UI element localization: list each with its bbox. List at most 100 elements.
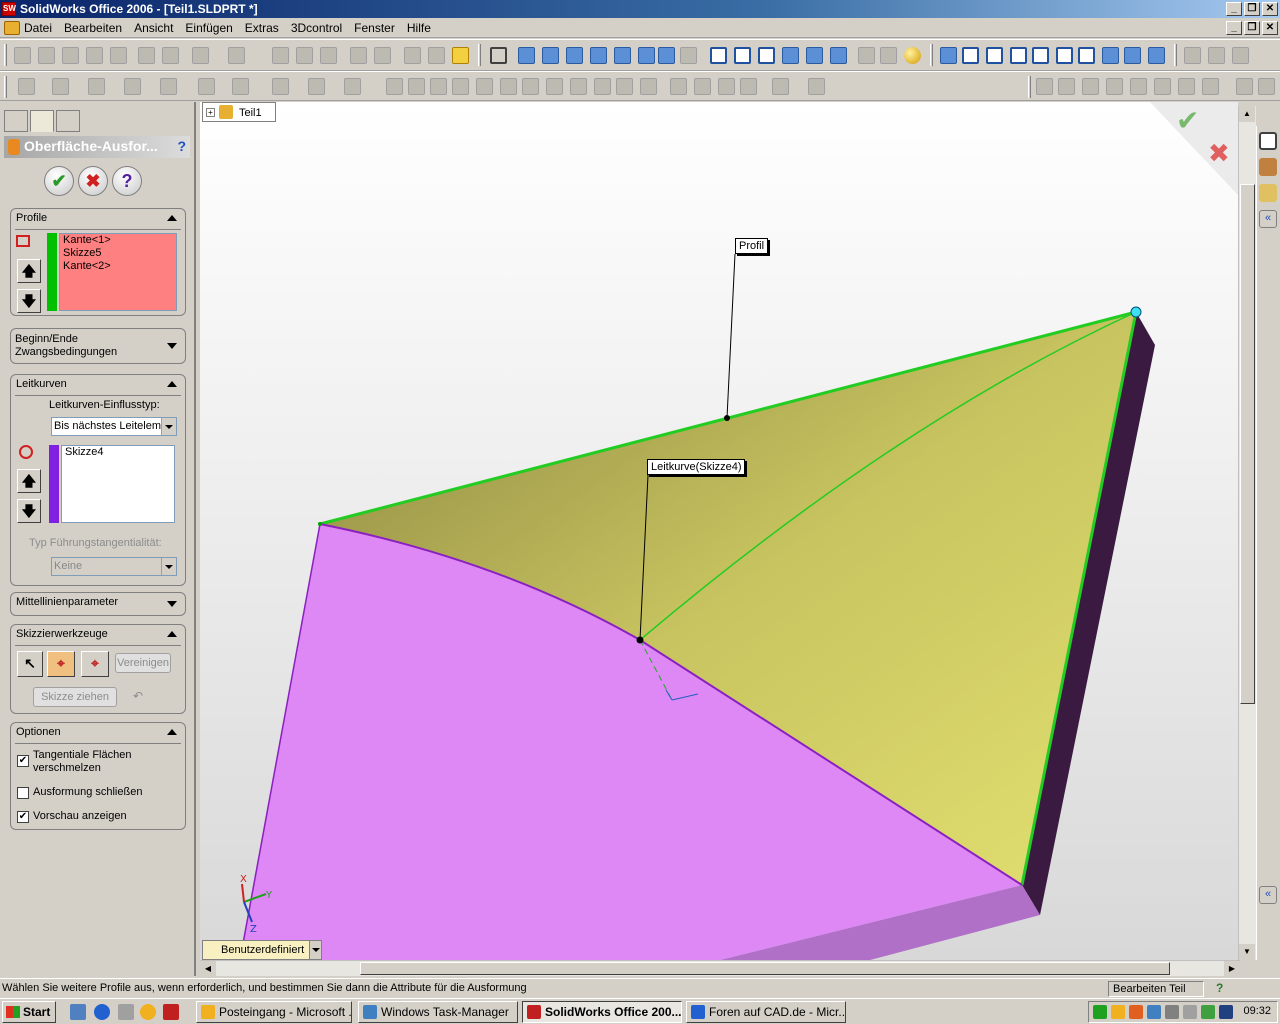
thicken-icon[interactable] [694, 78, 711, 95]
doc-minimize-button[interactable]: _ [1226, 21, 1242, 35]
options-icon[interactable] [320, 47, 337, 64]
merge-tangent-faces-checkbox[interactable]: ✔ [17, 755, 29, 767]
section-view-icon[interactable] [858, 47, 875, 64]
view-orientation-select[interactable]: Benutzerdefiniert [202, 940, 322, 960]
copy-icon[interactable] [162, 47, 179, 64]
trimetric-view-icon[interactable] [1124, 47, 1141, 64]
move-up-button[interactable]: 🡅 [17, 259, 41, 283]
table-feature-icon[interactable] [272, 78, 289, 95]
extrude-surface-icon[interactable] [386, 78, 403, 95]
zoom-area-icon[interactable] [542, 47, 559, 64]
reference-geometry-icon[interactable] [772, 78, 789, 95]
toolbar-grip[interactable] [1174, 44, 1177, 66]
print-icon[interactable] [86, 47, 103, 64]
folder-icon[interactable] [118, 1004, 134, 1020]
zoom-out-icon[interactable] [614, 47, 631, 64]
undo-drag-icon[interactable]: ↶ [133, 689, 143, 703]
hidden-lines-visible-icon[interactable] [734, 47, 751, 64]
drag-sketch-text-button[interactable]: Skizze ziehen [33, 687, 117, 707]
scroll-right-arrow-icon[interactable]: ▶ [1224, 961, 1240, 976]
zoom-selection-icon[interactable] [590, 47, 607, 64]
help-icon[interactable]: ? [177, 138, 186, 154]
collapse-icon[interactable] [167, 381, 177, 387]
tray-icon[interactable] [1219, 1005, 1233, 1019]
chevron-down-icon[interactable] [161, 558, 176, 575]
solidworks-quick-icon[interactable] [163, 1004, 179, 1020]
sketch-icon[interactable] [18, 78, 35, 95]
profile-group-title[interactable]: Profile [16, 212, 47, 224]
list-item[interactable]: Skizze5 [60, 247, 176, 260]
vertical-scroll-thumb[interactable] [1240, 184, 1255, 704]
centerline-parameters-group[interactable]: Mittellinienparameter [10, 592, 186, 616]
expand-icon[interactable] [167, 601, 177, 607]
scroll-down-arrow-icon[interactable]: ▼ [1239, 944, 1255, 960]
planar-surface-icon[interactable] [570, 78, 587, 95]
menu-bearbeiten[interactable]: Bearbeiten [64, 21, 122, 35]
toolbar-grip[interactable] [4, 44, 7, 66]
menu-einfuegen[interactable]: Einfügen [185, 21, 232, 35]
internet-explorer-icon[interactable] [94, 1004, 110, 1020]
model-viewport[interactable]: ✔ ✖ X Y Z [200, 102, 1238, 960]
status-help-icon[interactable]: ? [1216, 981, 1223, 995]
spark-icon[interactable] [344, 78, 361, 95]
shadows-icon[interactable] [830, 47, 847, 64]
delete-face-icon[interactable] [718, 78, 735, 95]
shaded-icon[interactable] [806, 47, 823, 64]
vertical-scrollbar[interactable]: ▲ ▼ [1238, 106, 1256, 960]
graphics-area[interactable]: ✔ ✖ X Y Z + Teil1 Profil Leitkurve(Skizz… [200, 102, 1238, 960]
toolbar-grip[interactable] [478, 44, 481, 66]
collapse-icon[interactable] [167, 631, 177, 637]
tray-icon[interactable] [1201, 1005, 1215, 1019]
tangency-type-select[interactable]: Keine [51, 557, 177, 576]
zoom-to-fit-icon[interactable] [518, 47, 535, 64]
menu-extras[interactable]: Extras [245, 21, 279, 35]
realview-icon[interactable] [904, 47, 921, 64]
arc-icon[interactable] [1208, 47, 1225, 64]
front-view-icon[interactable] [962, 47, 979, 64]
undo-icon[interactable] [192, 47, 209, 64]
chevron-down-icon[interactable] [309, 941, 321, 959]
collapse-icon[interactable] [167, 215, 177, 221]
feature-manager-tab[interactable] [4, 110, 28, 132]
left-view-icon[interactable] [1010, 47, 1027, 64]
confirm-cancel-icon[interactable]: ✖ [1208, 139, 1230, 169]
menu-3dcontrol[interactable]: 3Dcontrol [291, 21, 342, 35]
profile-callout[interactable]: Profil [735, 238, 769, 254]
weldments-icon[interactable] [1082, 78, 1099, 95]
pan-icon[interactable] [658, 47, 675, 64]
select-pointer-button[interactable]: ↖ [17, 651, 43, 677]
sweep-surface-icon[interactable] [430, 78, 447, 95]
horizontal-scrollbar[interactable]: ◀ ▶ [200, 960, 1240, 976]
extend-surface-icon[interactable] [594, 78, 611, 95]
toolbar-grip[interactable] [1028, 76, 1031, 98]
sketch-tools-title[interactable]: Skizzierwerkzeuge [16, 628, 108, 640]
doc-restore-button[interactable]: ❐ [1244, 21, 1260, 35]
text-icon[interactable] [232, 78, 249, 95]
tolerance-icon[interactable] [1178, 78, 1195, 95]
curves-icon[interactable] [808, 78, 825, 95]
dimetric-view-icon[interactable] [1148, 47, 1165, 64]
taskbar-item-solidworks[interactable]: SolidWorks Office 200... [522, 1001, 682, 1023]
rotate-icon[interactable] [638, 47, 655, 64]
expand-icon[interactable]: + [206, 108, 215, 117]
isometric-view-icon[interactable] [1102, 47, 1119, 64]
point-icon[interactable] [1184, 47, 1201, 64]
document-menu-icon[interactable] [4, 21, 20, 35]
cube-feature-icon[interactable] [198, 78, 215, 95]
taskbar-item-browser[interactable]: Foren auf CAD.de - Micr... [686, 1001, 846, 1023]
drag-sketch-alt-button[interactable]: ⌖ [81, 651, 109, 677]
start-button[interactable]: Start [2, 1001, 56, 1023]
list-item[interactable]: Kante<2> [60, 260, 176, 273]
scroll-left-arrow-icon[interactable]: ◀ [200, 961, 216, 976]
list-item[interactable]: Kante<1> [60, 234, 176, 247]
print-preview-icon[interactable] [110, 47, 127, 64]
list-item[interactable]: Skizze4 [62, 446, 174, 459]
home-icon[interactable] [1259, 132, 1277, 150]
knit-surface-icon[interactable] [546, 78, 563, 95]
replace-face-icon[interactable] [740, 78, 757, 95]
menu-fenster[interactable]: Fenster [354, 21, 395, 35]
menu-datei[interactable]: Datei [24, 21, 52, 35]
select-icon[interactable] [272, 47, 289, 64]
trim-surface-icon[interactable] [616, 78, 633, 95]
confirm-ok-icon[interactable]: ✔ [1176, 104, 1199, 137]
